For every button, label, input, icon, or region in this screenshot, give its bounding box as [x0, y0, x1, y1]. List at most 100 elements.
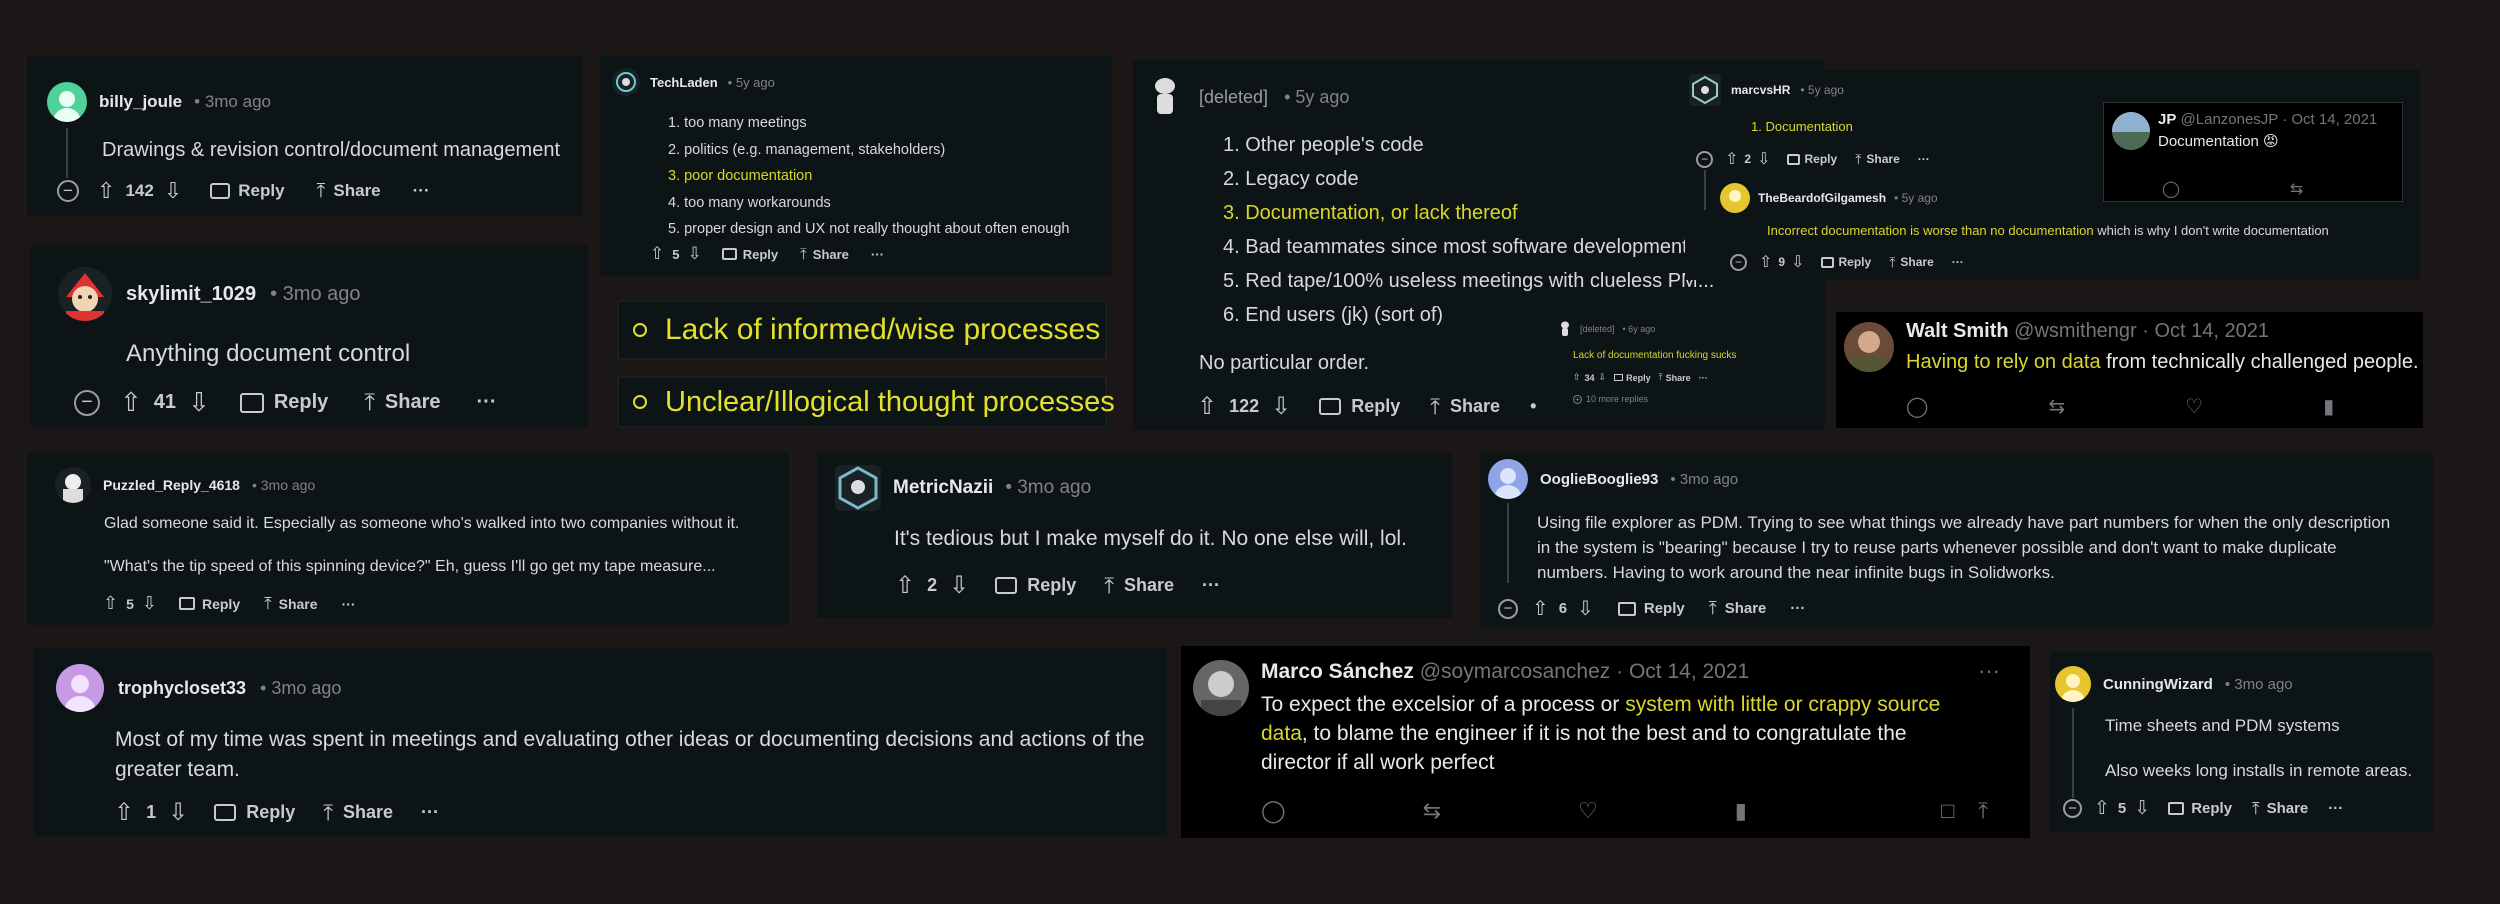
comment-icon[interactable]: ◯: [1261, 798, 1286, 824]
collapse-icon[interactable]: −: [1498, 598, 1518, 619]
upvote-icon[interactable]: ⇧: [1532, 596, 1549, 621]
thread-line[interactable]: [2072, 708, 2074, 798]
more-options-button[interactable]: ···: [871, 247, 884, 262]
more-options-button[interactable]: ···: [1790, 600, 1805, 617]
username[interactable]: Puzzled_Reply_4618: [103, 477, 240, 493]
like-icon[interactable]: ♡: [2185, 394, 2203, 419]
retweet-icon[interactable]: ⇆: [2290, 179, 2303, 199]
collapse-icon[interactable]: −: [1730, 253, 1747, 271]
more-options-button[interactable]: ···: [342, 596, 356, 612]
more-options-button[interactable]: ···: [1978, 658, 2000, 684]
username[interactable]: [deleted]: [1199, 87, 1268, 108]
downvote-icon[interactable]: ⇩: [1599, 372, 1607, 383]
upvote-icon[interactable]: ⇧: [2094, 797, 2110, 820]
avatar[interactable]: [2112, 111, 2150, 150]
username[interactable]: marcvsHR: [1731, 83, 1790, 97]
username[interactable]: TechLaden: [650, 75, 718, 90]
reply-button[interactable]: Reply: [178, 596, 240, 612]
upvote-icon[interactable]: ⇧: [103, 593, 118, 614]
upvote-icon[interactable]: ⇧: [120, 387, 142, 418]
username[interactable]: CunningWizard: [2103, 676, 2213, 693]
avatar[interactable]: [835, 465, 881, 511]
downvote-icon[interactable]: ⇩: [164, 178, 182, 204]
share-button[interactable]: ⤒ Share: [264, 594, 317, 614]
share-icon[interactable]: ⤒: [1978, 798, 1988, 824]
collapse-icon[interactable]: −: [1696, 150, 1713, 168]
comment-icon[interactable]: ◯: [1906, 394, 1928, 419]
more-options-button[interactable]: ···: [1918, 152, 1930, 166]
upvote-icon[interactable]: ⇧: [97, 178, 115, 204]
avatar[interactable]: [47, 82, 87, 122]
retweet-icon[interactable]: ⇆: [2048, 394, 2065, 419]
username[interactable]: skylimit_1029: [126, 283, 256, 306]
share-button[interactable]: ⤒ Share: [2252, 799, 2308, 819]
more-options-button[interactable]: ···: [2328, 800, 2343, 817]
display-name[interactable]: Walt Smith: [1906, 320, 2009, 342]
share-button[interactable]: ⤒ Share: [1659, 372, 1691, 383]
avatar[interactable]: [56, 664, 104, 712]
downvote-icon[interactable]: ⇩: [142, 593, 157, 614]
reply-button[interactable]: Reply: [210, 181, 285, 201]
downvote-icon[interactable]: ⇩: [949, 571, 969, 600]
more-options-button[interactable]: ···: [413, 181, 430, 201]
upvote-icon[interactable]: ⇧: [1197, 392, 1217, 421]
collapse-icon[interactable]: −: [74, 389, 100, 416]
reply-button[interactable]: Reply: [214, 802, 295, 823]
more-options-button[interactable]: ···: [1202, 575, 1220, 596]
username[interactable]: TheBeardofGilgamesh: [1758, 191, 1886, 205]
share-button[interactable]: ⤒ Share: [364, 389, 440, 417]
more-options-button[interactable]: ···: [477, 391, 497, 414]
upvote-icon[interactable]: ⇧: [895, 571, 915, 600]
reply-button[interactable]: Reply: [995, 575, 1076, 596]
avatar[interactable]: [55, 467, 91, 503]
avatar[interactable]: [1720, 183, 1750, 213]
reply-button[interactable]: Reply: [721, 247, 778, 262]
avatar[interactable]: [58, 267, 112, 321]
username[interactable]: trophycloset33: [118, 678, 246, 699]
avatar[interactable]: [1844, 322, 1894, 372]
share-button[interactable]: ⤒ Share: [1430, 394, 1500, 420]
views-icon[interactable]: ▮: [1735, 798, 1747, 824]
share-button[interactable]: ⤒ Share: [317, 180, 381, 203]
username[interactable]: [deleted]: [1580, 324, 1615, 334]
retweet-icon[interactable]: ⇆: [1423, 798, 1441, 824]
share-button[interactable]: ⤒ Share: [800, 246, 849, 263]
reply-button[interactable]: Reply: [239, 391, 328, 414]
username[interactable]: MetricNazii: [893, 477, 993, 499]
downvote-icon[interactable]: ⇩: [1577, 596, 1594, 621]
more-options-button[interactable]: •: [1530, 396, 1536, 417]
upvote-icon[interactable]: ⇧: [114, 798, 134, 827]
collapse-icon[interactable]: −: [57, 180, 79, 202]
more-options-button[interactable]: ···: [1952, 255, 1964, 269]
upvote-icon[interactable]: ⇧: [1759, 252, 1772, 272]
downvote-icon[interactable]: ⇩: [1791, 252, 1804, 272]
share-button[interactable]: ⤒ Share: [323, 800, 393, 826]
display-name[interactable]: Marco Sánchez: [1261, 660, 1414, 683]
reply-button[interactable]: Reply: [1820, 255, 1871, 269]
thread-line[interactable]: [1704, 170, 1706, 210]
avatar[interactable]: [1558, 320, 1572, 338]
more-options-button[interactable]: ···: [1699, 373, 1708, 383]
views-icon[interactable]: ▮: [2323, 394, 2334, 419]
reply-button[interactable]: Reply: [1614, 373, 1651, 383]
avatar[interactable]: [1193, 660, 1249, 716]
share-button[interactable]: ⤒ Share: [1709, 598, 1767, 619]
downvote-icon[interactable]: ⇩: [168, 798, 188, 827]
thread-line[interactable]: [1507, 503, 1509, 583]
comment-icon[interactable]: ◯: [2162, 179, 2180, 199]
upvote-icon[interactable]: ⇧: [1725, 149, 1738, 169]
reply-button[interactable]: Reply: [1617, 600, 1685, 617]
avatar[interactable]: [1689, 74, 1721, 106]
avatar[interactable]: [1145, 74, 1183, 120]
share-button[interactable]: ⤒ Share: [1104, 573, 1174, 599]
thread-line[interactable]: [66, 128, 68, 178]
collapse-icon[interactable]: −: [2063, 799, 2082, 818]
downvote-icon[interactable]: ⇩: [1271, 392, 1291, 421]
more-replies-link[interactable]: + 10 more replies: [1573, 394, 1648, 404]
reply-button[interactable]: Reply: [1786, 152, 1837, 166]
upvote-icon[interactable]: ⇧: [1573, 372, 1581, 383]
downvote-icon[interactable]: ⇩: [2134, 797, 2150, 820]
more-options-button[interactable]: ···: [421, 802, 439, 823]
reply-button[interactable]: Reply: [1319, 396, 1400, 417]
reply-button[interactable]: Reply: [2168, 800, 2232, 817]
